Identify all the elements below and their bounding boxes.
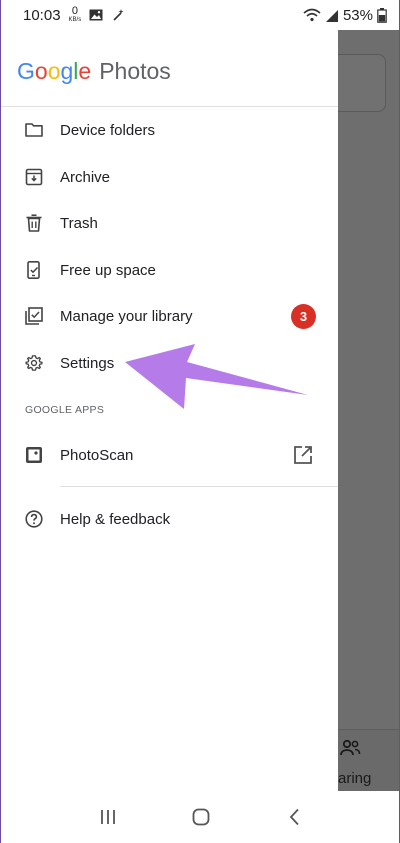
drawer-item-label: Device folders [60, 121, 156, 139]
network-speed-value: 0 [71, 5, 78, 17]
magic-wand-icon [113, 9, 124, 21]
image-icon [89, 9, 103, 21]
logo-letter: o [47, 58, 61, 84]
photoscan-icon [26, 447, 42, 463]
logo-letter: G [17, 58, 35, 84]
status-bar: 10:03 0 KB/s 53% [1, 0, 399, 30]
archive-icon [25, 168, 43, 186]
network-speed: 0 KB/s [69, 6, 82, 24]
home-button[interactable] [186, 802, 216, 832]
drawer-item-manage-library[interactable]: Manage your library 3 [1, 293, 338, 339]
logo-product-name: Photos [99, 58, 171, 84]
section-label-google-apps: GOOGLE APPS [25, 404, 105, 416]
sharing-people-icon [340, 739, 361, 756]
navigation-drawer: Google Photos Device folders Archive Tra… [1, 30, 338, 843]
drawer-item-label: Help & feedback [60, 510, 171, 528]
google-wordmark: Google [17, 58, 91, 85]
screen: aring 10:03 0 KB/s 53% Google Photos Dev… [0, 0, 400, 843]
signal-icon [325, 10, 338, 22]
drawer-item-settings[interactable]: Settings [1, 340, 338, 386]
drawer-item-label: PhotoScan [60, 446, 134, 464]
drawer-item-help-feedback[interactable]: Help & feedback [1, 496, 338, 542]
drawer-item-label: Free up space [60, 261, 156, 279]
drawer-item-label: Settings [60, 354, 115, 372]
drawer-item-label: Archive [60, 168, 111, 186]
logo-letter: o [34, 58, 48, 84]
drawer-item-trash[interactable]: Trash [1, 200, 338, 246]
background-tab-label-sharing: aring [338, 770, 372, 787]
drawer-item-label: Trash [60, 214, 98, 232]
drawer-item-label: Manage your library [60, 307, 193, 325]
help-icon [25, 510, 43, 528]
battery-icon [377, 7, 387, 23]
open-external-icon[interactable] [293, 445, 313, 465]
recents-icon [100, 810, 115, 824]
recents-button[interactable] [93, 802, 123, 832]
drawer-item-photoscan[interactable]: PhotoScan [1, 432, 338, 478]
library-check-icon [25, 307, 43, 325]
trash-icon [26, 214, 42, 232]
logo-letter: g [60, 58, 74, 84]
google-photos-logo: Google Photos [17, 58, 171, 88]
back-icon [290, 808, 299, 826]
status-time: 10:03 [23, 6, 61, 24]
battery-percent: 53% [342, 6, 373, 24]
background-search-box [332, 54, 386, 112]
background-app-scrim[interactable]: aring [332, 30, 399, 843]
drawer-item-archive[interactable]: Archive [1, 154, 338, 200]
notification-badge: 3 [291, 303, 316, 329]
divider [60, 486, 338, 487]
phone-check-icon [27, 261, 40, 279]
drawer-item-device-folders[interactable]: Device folders [1, 107, 338, 153]
system-navigation-bar [1, 791, 399, 843]
back-button[interactable] [279, 802, 309, 832]
network-speed-unit: KB/s [68, 17, 82, 23]
drawer-item-free-up-space[interactable]: Free up space [1, 247, 338, 293]
gear-icon [25, 355, 43, 371]
logo-letter: e [78, 58, 92, 84]
home-icon [192, 808, 210, 826]
wifi-icon [303, 8, 321, 22]
folder-icon [25, 123, 43, 137]
